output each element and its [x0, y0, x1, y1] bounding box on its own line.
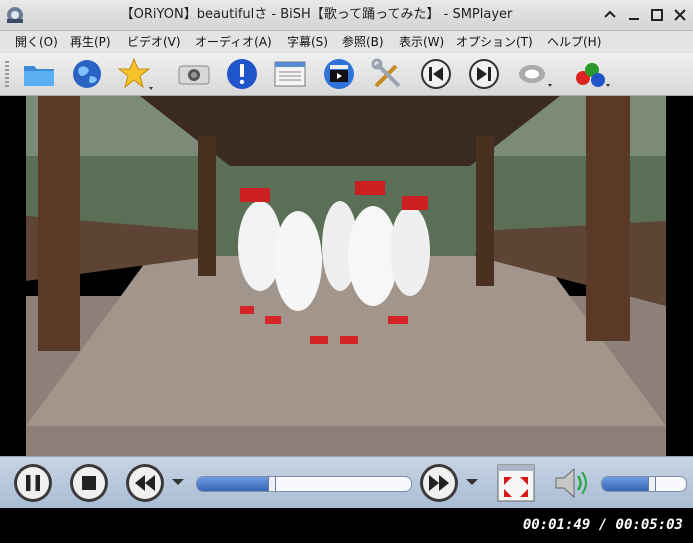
control-bar — [0, 456, 693, 509]
screenshot-button[interactable] — [176, 56, 212, 92]
close-icon[interactable] — [673, 8, 687, 22]
stop-icon — [70, 464, 108, 502]
mute-button[interactable] — [550, 462, 592, 504]
minimize-icon[interactable] — [627, 8, 641, 22]
video-equalizer-button[interactable] — [321, 56, 357, 92]
favorites-star-icon — [117, 57, 153, 90]
menu-bar: 開く(O) 再生(P) ビデオ(V) オーディオ(A) 字幕(S) 参照(B) … — [0, 31, 693, 53]
menu-browse[interactable]: 参照(B) — [342, 31, 384, 53]
window-title: 【ORiYON】beautifulさ - BiSH【歌って踊ってみた】 - SM… — [120, 7, 513, 22]
time-display: 00:01:49 / 00:05:03 — [522, 517, 683, 533]
info-icon — [227, 59, 257, 89]
menu-help[interactable]: ヘルプ(H) — [547, 31, 601, 53]
video-display[interactable] — [0, 96, 693, 456]
next-icon — [469, 59, 499, 89]
fullscreen-button[interactable] — [496, 463, 536, 503]
menu-open[interactable]: 開く(O) — [15, 31, 58, 53]
volume-handle[interactable] — [648, 477, 656, 491]
pause-icon — [14, 464, 52, 502]
subtitles-button[interactable] — [574, 56, 610, 92]
fullscreen-icon — [497, 464, 535, 502]
next-button[interactable] — [466, 56, 502, 92]
pause-button[interactable] — [12, 462, 54, 504]
maximize-icon[interactable] — [650, 8, 664, 22]
open-url-button[interactable] — [69, 56, 105, 92]
favorites-button[interactable] — [117, 56, 153, 92]
globe-icon — [73, 60, 101, 88]
audio-disc-icon — [519, 65, 552, 87]
volume-level — [602, 477, 652, 491]
seek-progress — [197, 477, 272, 491]
toolbar-grip[interactable] — [5, 61, 9, 87]
volume-slider[interactable] — [601, 476, 687, 492]
restore-icon[interactable] — [603, 8, 617, 22]
audio-track-button[interactable] — [516, 56, 552, 92]
status-bar: 00:01:49 / 00:05:03 — [0, 508, 693, 543]
menu-video[interactable]: ビデオ(V) — [127, 31, 181, 53]
stop-button[interactable] — [68, 462, 110, 504]
forward-icon — [420, 464, 458, 502]
menu-options[interactable]: オプション(T) — [456, 31, 533, 53]
previous-icon — [421, 59, 451, 89]
smplayer-icon[interactable] — [6, 6, 24, 24]
seek-handle[interactable] — [268, 477, 276, 491]
video-clapper-icon — [324, 59, 354, 89]
screenshot-camera-icon — [178, 65, 210, 85]
main-toolbar — [0, 53, 693, 96]
rewind-icon — [126, 464, 164, 502]
folder-icon — [24, 66, 54, 86]
volume-icon — [555, 467, 587, 499]
previous-button[interactable] — [418, 56, 454, 92]
info-button[interactable] — [224, 56, 260, 92]
rewind-button[interactable] — [124, 462, 166, 504]
menu-audio[interactable]: オーディオ(A) — [195, 31, 272, 53]
playlist-button[interactable] — [272, 56, 308, 92]
video-frame — [0, 96, 693, 456]
seek-slider[interactable] — [196, 476, 412, 492]
menu-subtitles[interactable]: 字幕(S) — [287, 31, 328, 53]
open-file-button[interactable] — [21, 56, 57, 92]
menu-view[interactable]: 表示(W) — [399, 31, 444, 53]
forward-menu-chevron-icon[interactable] — [465, 477, 479, 487]
preferences-tools-icon — [371, 58, 401, 88]
preferences-button[interactable] — [369, 56, 405, 92]
subtitles-abc-icon — [576, 63, 610, 87]
playlist-icon — [274, 61, 306, 87]
title-bar: 【ORiYON】beautifulさ - BiSH【歌って踊ってみた】 - SM… — [0, 0, 693, 31]
rewind-menu-chevron-icon[interactable] — [171, 477, 185, 487]
forward-button[interactable] — [418, 462, 460, 504]
menu-play[interactable]: 再生(P) — [70, 31, 111, 53]
